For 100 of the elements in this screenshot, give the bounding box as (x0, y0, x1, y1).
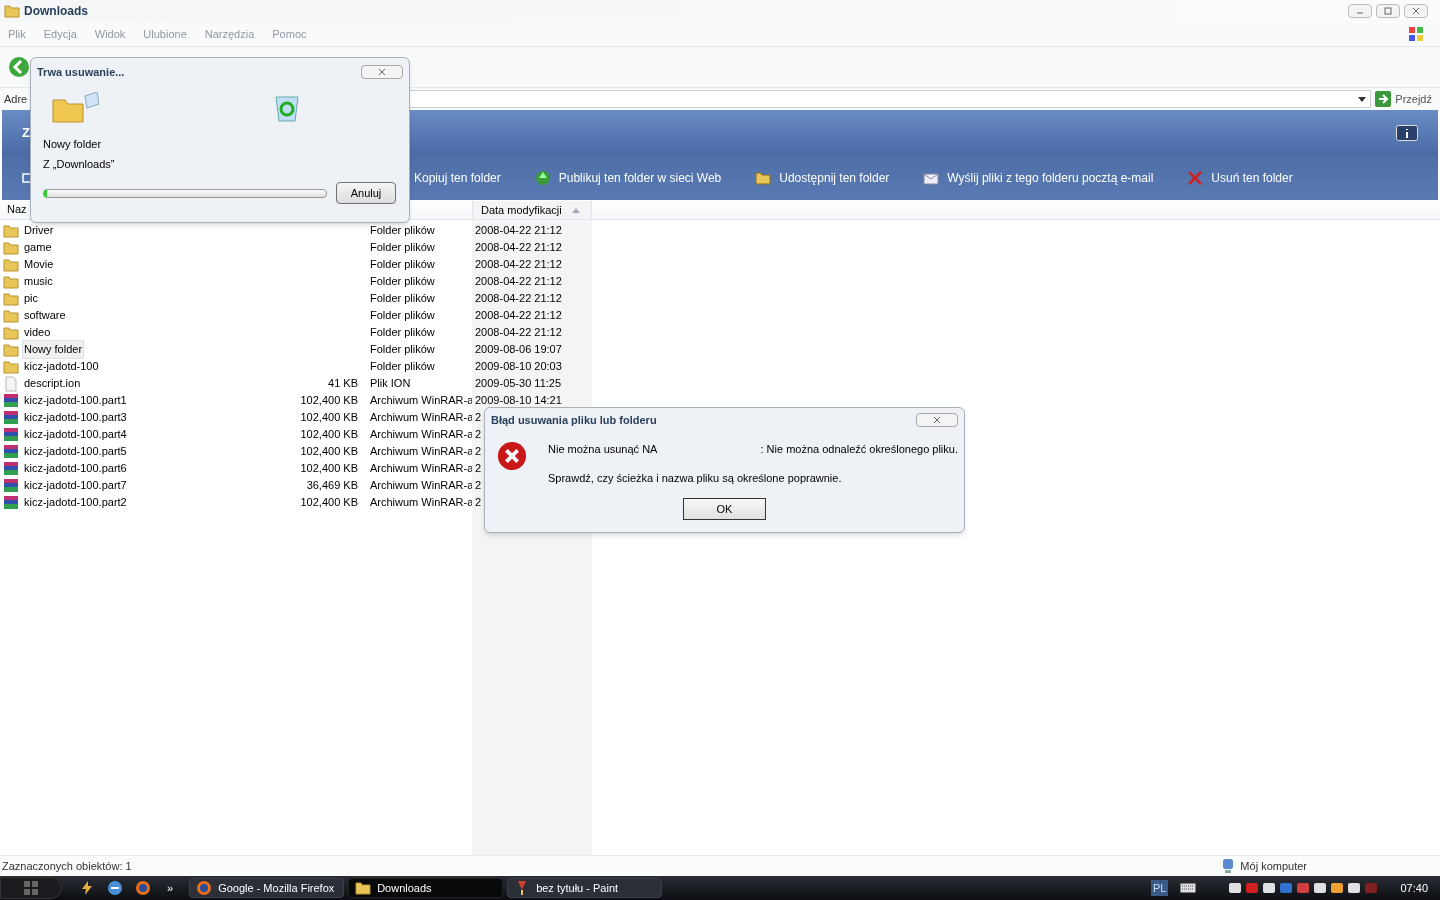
file-date: 2008-04-22 21:12 (475, 257, 562, 273)
clock: 07:40 (1400, 880, 1428, 896)
error-message: Nie można usunąć NA (548, 442, 658, 457)
task-link[interactable]: Usuń ten folder (1187, 168, 1293, 187)
file-date: 2 (475, 410, 482, 426)
file-size: 102,400 KB (299, 461, 358, 477)
file-type: Archiwum WinRAR-a (369, 427, 472, 443)
dropdown-arrow-icon[interactable] (1358, 96, 1367, 102)
file-name[interactable]: Driver (22, 221, 56, 240)
file-date: 2 (475, 495, 482, 511)
maximize-icon (1383, 7, 1393, 15)
archive-icon (3, 392, 19, 409)
file-icon (3, 375, 19, 392)
source-folder: Z „Downloads” (43, 156, 116, 172)
file-size: 102,400 KB (299, 444, 358, 460)
folder-icon (3, 307, 19, 324)
file-type: Archiwum WinRAR-a (369, 461, 472, 477)
info-icon[interactable] (1396, 124, 1418, 141)
folder-icon (51, 92, 99, 124)
folder-icon (3, 358, 19, 375)
file-name[interactable]: kicz-jadotd-100.part5 (22, 442, 129, 461)
file-date: 2 (475, 461, 482, 477)
folder-icon (3, 273, 19, 290)
file-name[interactable]: video (22, 323, 53, 342)
file-name[interactable]: kicz-jadotd-100.part3 (22, 408, 129, 427)
language-indicator[interactable]: PL (1151, 879, 1169, 897)
tray-icon[interactable] (1330, 881, 1345, 895)
status-location: Mój komputer (1240, 858, 1307, 874)
taskbar-button[interactable]: bez tytułu - Paint (507, 878, 663, 898)
file-type: Folder plików (369, 291, 436, 307)
file-name[interactable]: kicz-jadotd-100.part2 (22, 493, 129, 512)
banner-title: Z (22, 123, 30, 142)
file-type: Folder plików (369, 342, 436, 358)
file-size: 41 KB (327, 376, 358, 392)
file-type: Folder plików (369, 325, 436, 341)
file-name[interactable]: descript.ion (22, 374, 83, 393)
folder-icon (355, 880, 372, 896)
task-link[interactable]: Udostępnij ten folder (755, 168, 890, 187)
keyboard-icon[interactable] (1180, 883, 1197, 893)
file-name[interactable]: kicz-jadotd-100.part1 (22, 391, 129, 410)
cancel-button[interactable]: Anuluj (336, 182, 396, 204)
ok-button[interactable]: OK (683, 498, 766, 520)
archive-icon (3, 409, 19, 426)
file-name[interactable]: pic (22, 289, 41, 308)
browser-icon[interactable] (107, 880, 123, 896)
folder-icon (755, 169, 772, 186)
file-type: Plik ION (369, 376, 412, 392)
error-hint: Sprawdź, czy ścieżka i nazwa pliku są określone poprawnie. (548, 470, 843, 486)
file-name[interactable]: kicz-jadotd-100.part7 (22, 476, 129, 495)
taskbar-button[interactable]: Downloads (348, 878, 504, 898)
file-name[interactable]: kicz-jadotd-100 (22, 357, 101, 376)
globe-icon[interactable] (135, 880, 151, 896)
file-name[interactable]: music (22, 272, 55, 291)
file-name[interactable]: software (22, 306, 68, 325)
folder-icon (3, 256, 19, 273)
file-name[interactable]: Movie (22, 255, 56, 274)
taskbar-button[interactable]: Google - Mozilla Firefox (189, 878, 345, 898)
column-header[interactable]: Data modyfikacji (472, 201, 592, 219)
file-name[interactable]: kicz-jadotd-100.part6 (22, 459, 129, 478)
close-icon (1411, 7, 1421, 15)
file-type: Folder plików (369, 274, 436, 290)
window-icon (22, 172, 32, 183)
file-type: Archiwum WinRAR-a (369, 410, 472, 426)
start-button[interactable] (0, 877, 62, 899)
file-name[interactable]: game (22, 238, 54, 257)
tray-icon[interactable] (1347, 881, 1362, 895)
file-type: Folder plików (369, 308, 436, 324)
window-title: Downloads (24, 3, 88, 20)
tray-icon[interactable] (1313, 881, 1328, 895)
task-link[interactable]: Kopiuj ten folder (414, 168, 501, 187)
file-name[interactable]: kicz-jadotd-100.part4 (22, 425, 129, 444)
file-date: 2008-04-22 21:12 (475, 308, 562, 324)
file-size: 36,469 KB (305, 478, 358, 494)
file-name[interactable]: Nowy folder (22, 340, 85, 359)
close-button[interactable] (1404, 4, 1428, 18)
lightning-icon[interactable] (79, 880, 95, 896)
file-size: 102,400 KB (299, 410, 358, 426)
task-link[interactable]: Wyślij pliki z tego folderu pocztą e-mail (923, 168, 1154, 187)
tray-icon[interactable] (1228, 881, 1243, 895)
globe-icon (534, 169, 551, 186)
tray-icon[interactable] (1262, 881, 1277, 895)
recycle-bin-icon (273, 93, 301, 123)
archive-icon (3, 426, 19, 443)
archive-icon (3, 477, 19, 494)
file-type: Folder plików (369, 223, 436, 239)
error-icon (497, 440, 527, 472)
folder-icon (4, 3, 20, 19)
go-button[interactable]: Przejdź (1375, 90, 1436, 108)
archive-icon (3, 494, 19, 511)
status-text: Zaznaczonych obiektów: 1 (2, 858, 132, 874)
delete-icon (1187, 169, 1204, 186)
file-type: Archiwum WinRAR-a (369, 478, 472, 494)
task-link[interactable]: Publikuj ten folder w sieci Web (534, 168, 722, 187)
file-type: Folder plików (369, 359, 436, 375)
item-name: Nowy folder (43, 137, 103, 152)
folder-icon (3, 290, 19, 307)
more-button[interactable]: » (163, 879, 178, 897)
file-date: 2 (475, 444, 482, 460)
file-date: 2008-04-22 21:12 (475, 291, 562, 307)
close-icon (932, 416, 942, 424)
